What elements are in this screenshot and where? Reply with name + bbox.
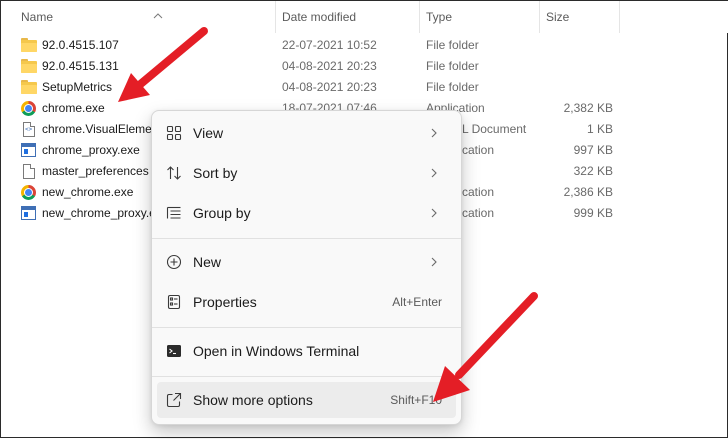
file-name: SetupMetrics <box>42 80 113 94</box>
menu-item-shortcut: Alt+Enter <box>392 295 442 309</box>
view-icon <box>166 125 182 141</box>
menu-item-label: Properties <box>193 294 257 310</box>
file-type: File folder <box>426 59 479 73</box>
chevron-right-icon <box>428 256 440 268</box>
chrome-icon <box>21 101 36 116</box>
menu-item-label: View <box>193 125 224 141</box>
open-external-icon <box>166 392 182 408</box>
file-name: chrome.VisualEleme <box>42 122 152 136</box>
menu-item-label: Show more options <box>193 392 313 408</box>
application-icon <box>21 206 36 220</box>
menu-item-properties[interactable]: Properties Alt+Enter <box>157 284 456 320</box>
file-name: new_chrome_proxy.e <box>42 206 156 220</box>
file-date: 22-07-2021 10:52 <box>282 38 377 52</box>
chevron-right-icon <box>428 207 440 219</box>
file-size: 2,386 KB <box>563 185 613 199</box>
folder-icon <box>21 38 37 53</box>
file-date: 04-08-2021 20:23 <box>282 80 377 94</box>
group-icon <box>166 205 182 221</box>
context-menu: View Sort by Group by New Properties Alt… <box>151 110 462 425</box>
chevron-right-icon <box>428 127 440 139</box>
file-type: File folder <box>426 38 479 52</box>
column-header-type-label: Type <box>426 10 453 24</box>
file-size: 997 KB <box>573 143 613 157</box>
menu-item-shortcut: Shift+F10 <box>390 393 442 407</box>
sort-icon <box>166 165 182 181</box>
xml-document-icon: <> <box>23 122 35 137</box>
column-header-size[interactable]: Size <box>540 1 620 33</box>
folder-icon <box>21 59 37 74</box>
application-icon <box>21 143 36 157</box>
file-row[interactable]: 92.0.4515.107 22-07-2021 10:52 File fold… <box>1 35 728 56</box>
menu-item-show-more-options[interactable]: Show more options Shift+F10 <box>157 382 456 418</box>
menu-item-label: Open in Windows Terminal <box>193 343 360 359</box>
file-size <box>546 77 613 98</box>
chrome-icon <box>21 185 36 200</box>
file-size: 999 KB <box>573 206 613 220</box>
column-header-size-label: Size <box>546 10 570 24</box>
file-date: 04-08-2021 20:23 <box>282 59 377 73</box>
file-size: 1 KB <box>586 122 613 136</box>
file-name: 92.0.4515.107 <box>42 38 119 52</box>
menu-item-view[interactable]: View <box>157 115 456 151</box>
column-header-date-label: Date modified <box>282 10 357 24</box>
file-size: 2,382 KB <box>563 101 613 115</box>
menu-item-label: Sort by <box>193 165 238 181</box>
column-header-date[interactable]: Date modified <box>276 1 420 33</box>
menu-item-new[interactable]: New <box>157 244 456 280</box>
file-size <box>546 35 613 56</box>
column-header-bar: Name Date modified Type Size <box>1 1 728 33</box>
menu-separator <box>152 327 461 328</box>
menu-item-open-in-terminal[interactable]: Open in Windows Terminal <box>157 333 456 369</box>
column-header-name[interactable]: Name <box>15 1 276 33</box>
file-size <box>546 56 613 77</box>
file-name: chrome_proxy.exe <box>42 143 140 157</box>
menu-item-group-by[interactable]: Group by <box>157 195 456 231</box>
file-name: chrome.exe <box>42 101 105 115</box>
terminal-icon <box>166 343 182 359</box>
menu-separator <box>152 376 461 377</box>
file-row[interactable]: SetupMetrics 04-08-2021 20:23 File folde… <box>1 77 728 98</box>
file-name: 92.0.4515.131 <box>42 59 119 73</box>
properties-icon <box>166 294 182 310</box>
new-icon <box>166 254 182 270</box>
column-header-type[interactable]: Type <box>420 1 540 33</box>
file-name: master_preferences <box>42 164 149 178</box>
menu-item-label: New <box>193 254 222 270</box>
column-header-name-label: Name <box>21 10 54 24</box>
file-row[interactable]: 92.0.4515.131 04-08-2021 20:23 File fold… <box>1 56 728 77</box>
menu-item-sort-by[interactable]: Sort by <box>157 155 456 191</box>
sort-ascending-icon <box>153 1 163 33</box>
folder-icon <box>21 80 37 95</box>
file-name: new_chrome.exe <box>42 185 134 199</box>
chevron-right-icon <box>428 167 440 179</box>
file-type: File folder <box>426 80 479 94</box>
menu-separator <box>152 238 461 239</box>
document-icon <box>23 164 35 179</box>
file-size: 322 KB <box>573 164 613 178</box>
menu-item-label: Group by <box>193 205 251 221</box>
